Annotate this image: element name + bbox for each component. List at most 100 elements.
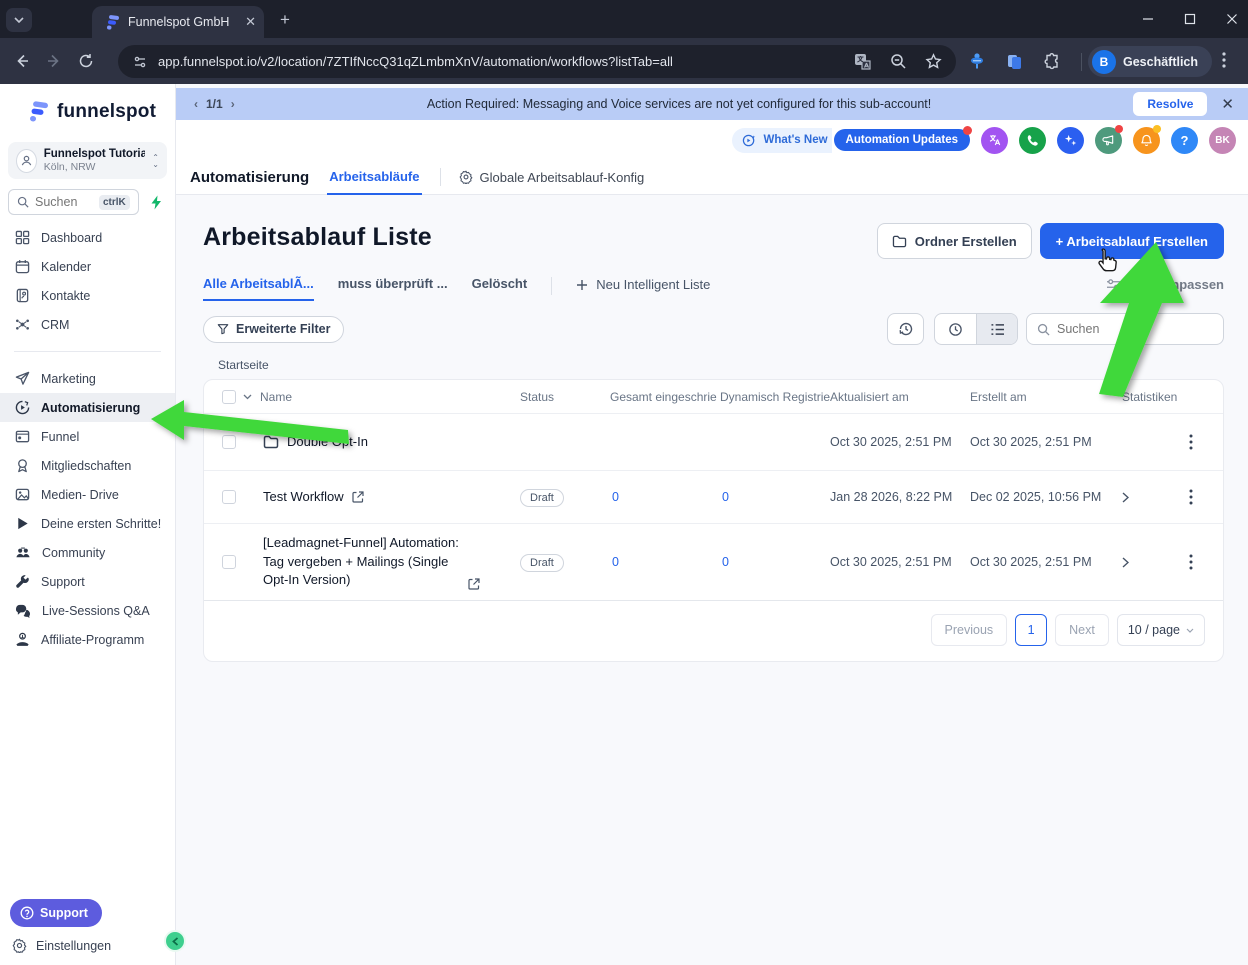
back-button[interactable]: [6, 45, 38, 77]
table-search-input[interactable]: [1057, 322, 1218, 336]
translate-circle-button[interactable]: [981, 126, 1008, 154]
sidebar-item-medien-drive[interactable]: Medien- Drive: [0, 480, 175, 509]
window-maximize-icon[interactable]: [1184, 13, 1196, 25]
table-search[interactable]: [1026, 313, 1224, 345]
expand-stats-icon[interactable]: [1122, 556, 1129, 568]
window-close-icon[interactable]: [1226, 13, 1238, 25]
sidebar-item-mitgliedschaften[interactable]: Mitgliedschaften: [0, 451, 175, 480]
new-tab-button[interactable]: +: [280, 10, 290, 30]
customize-list-button[interactable]: Liste Anpassen: [1106, 277, 1224, 300]
notifications-circle-button[interactable]: [1133, 124, 1161, 154]
workflow-name[interactable]: Test Workflow: [263, 488, 344, 507]
sidebar-item-support[interactable]: Support: [0, 567, 175, 596]
support-button[interactable]: Support: [10, 899, 102, 927]
workflow-name[interactable]: [Leadmagnet-Funnel] Automation: Tag verg…: [263, 534, 460, 591]
create-folder-button[interactable]: Ordner Erstellen: [876, 223, 1032, 259]
forward-button[interactable]: [38, 45, 70, 77]
academy-circle-button[interactable]: [1057, 126, 1084, 154]
workflow-name[interactable]: Double Opt-In: [287, 433, 368, 452]
tab-search-button[interactable]: [6, 8, 32, 32]
sidebar-item-community[interactable]: Community: [0, 538, 175, 567]
window-minimize-icon[interactable]: [1142, 13, 1154, 25]
tab-alle-arbeitsablaeufe[interactable]: Alle ArbeitsablÃ...: [203, 276, 314, 301]
help-circle-button[interactable]: ?: [1171, 126, 1198, 154]
sidebar-item-dashboard[interactable]: Dashboard: [0, 223, 175, 252]
sidebar-item-automatisierung[interactable]: Automatisierung: [0, 393, 175, 422]
expand-stats-icon[interactable]: [1122, 491, 1129, 503]
sidebar-search-input[interactable]: [35, 195, 93, 209]
pagination-previous[interactable]: Previous: [930, 614, 1008, 646]
list-tabs: Alle ArbeitsablÃ... muss überprüft ... G…: [203, 276, 1224, 301]
contacts-icon: [16, 288, 29, 303]
external-link-icon[interactable]: [352, 491, 364, 503]
table-row-workflow[interactable]: Test Workflow Draft 0 0 Jan 28 2026, 8:2…: [204, 471, 1223, 524]
banner-close-icon[interactable]: ✕: [1207, 95, 1234, 113]
sidebar-item-marketing[interactable]: Marketing: [0, 364, 175, 393]
automation-updates-button[interactable]: Automation Updates: [833, 126, 972, 151]
banner-prev-icon[interactable]: ‹: [194, 97, 198, 111]
row-checkbox[interactable]: [222, 435, 236, 449]
col-dynamic: Dynamisch Registrie: [720, 389, 830, 404]
pagination-page-1[interactable]: 1: [1015, 614, 1048, 646]
create-workflow-button[interactable]: + Arbeitsablauf Erstellen: [1039, 223, 1224, 259]
sidebar-item-funnel[interactable]: Funnel: [0, 422, 175, 451]
table-row-folder[interactable]: Double Opt-In Oct 30 2025, 2:51 PM Oct 3…: [204, 414, 1223, 471]
extension-top-icon[interactable]: [968, 52, 986, 71]
media-icon: [15, 488, 30, 501]
new-smart-list-button[interactable]: Neu Intelligent Liste: [576, 277, 710, 300]
tab-close-icon[interactable]: ✕: [245, 14, 256, 30]
tab-muss-ueberprueft[interactable]: muss überprüft ...: [338, 276, 448, 301]
enrolled-count[interactable]: 0: [610, 490, 619, 504]
whats-new-button[interactable]: What's New: [732, 127, 832, 153]
sidebar-search[interactable]: ctrlK: [8, 189, 139, 215]
row-checkbox[interactable]: [222, 555, 236, 569]
sidebar-item-live-sessions[interactable]: Live-Sessions Q&A: [0, 596, 175, 625]
history-button[interactable]: [887, 313, 924, 345]
bookmark-star-icon[interactable]: [925, 53, 942, 70]
phone-circle-button[interactable]: [1019, 126, 1046, 154]
row-menu-icon[interactable]: [1189, 434, 1193, 450]
page-size-select[interactable]: 10 / page: [1116, 614, 1205, 646]
tab-globale-konfig[interactable]: Globale Arbeitsablauf-Konfig: [459, 170, 644, 185]
sidebar-item-kalender[interactable]: Kalender: [0, 252, 175, 281]
ai-spark-button[interactable]: [145, 191, 167, 213]
browser-menu-icon[interactable]: [1222, 52, 1226, 68]
select-all-checkbox[interactable]: [222, 389, 236, 404]
address-bar[interactable]: app.funnelspot.io/v2/location/7ZTIfNccQ3…: [118, 45, 956, 78]
extensions-puzzle-icon[interactable]: [1043, 52, 1061, 71]
advanced-filter-button[interactable]: Erweiterte Filter: [203, 315, 345, 343]
funnelspot-favicon: [107, 15, 119, 30]
account-switcher[interactable]: Funnelspot Tutorial ... Köln, NRW ⌃⌄: [8, 142, 167, 179]
extension-pages-icon[interactable]: [1006, 53, 1023, 71]
zoom-icon[interactable]: [890, 53, 907, 70]
tab-geloescht[interactable]: Gelöscht: [472, 276, 528, 301]
chevron-down-icon[interactable]: [243, 394, 252, 400]
external-link-icon[interactable]: [468, 578, 480, 590]
row-checkbox[interactable]: [222, 490, 236, 504]
translate-icon[interactable]: [854, 53, 872, 71]
sidebar-collapse-button[interactable]: [164, 930, 186, 952]
filter-icon: [217, 324, 229, 335]
clock-view-button[interactable]: [935, 314, 976, 344]
reload-button[interactable]: [70, 45, 102, 77]
row-menu-icon[interactable]: [1189, 554, 1193, 570]
announcements-circle-button[interactable]: [1095, 124, 1123, 154]
list-view-button[interactable]: [976, 314, 1017, 344]
user-avatar[interactable]: BK: [1209, 126, 1236, 154]
tab-arbeitsablaeufe[interactable]: Arbeitsabläufe: [327, 160, 422, 195]
sidebar-item-einstellungen[interactable]: Einstellungen: [12, 938, 111, 953]
sidebar-item-erste-schritte[interactable]: Deine ersten Schritte!: [0, 509, 175, 538]
dynamic-count[interactable]: 0: [720, 555, 729, 569]
sidebar-item-crm[interactable]: CRM: [0, 310, 175, 339]
resolve-button[interactable]: Resolve: [1133, 92, 1208, 116]
table-row-workflow[interactable]: [Leadmagnet-Funnel] Automation: Tag verg…: [204, 524, 1223, 601]
enrolled-count[interactable]: 0: [610, 555, 619, 569]
sidebar-item-affiliate[interactable]: Affiliate-Programm: [0, 625, 175, 654]
dynamic-count[interactable]: 0: [720, 490, 729, 504]
browser-profile-chip[interactable]: B Geschäftlich: [1088, 46, 1213, 77]
row-menu-icon[interactable]: [1189, 489, 1193, 505]
browser-tab[interactable]: Funnelspot GmbH ✕: [92, 6, 264, 38]
site-info-icon[interactable]: [132, 54, 148, 70]
sidebar-item-kontakte[interactable]: Kontakte: [0, 281, 175, 310]
pagination-next[interactable]: Next: [1055, 614, 1109, 646]
